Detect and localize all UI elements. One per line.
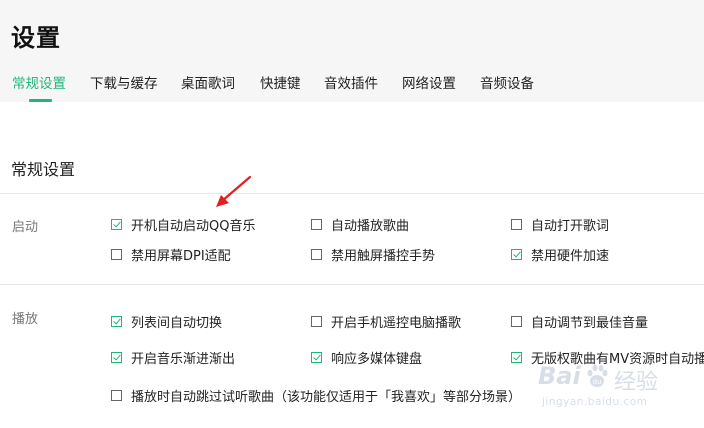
option-disable-dpi-scaling[interactable]: 禁用屏幕DPI适配: [111, 244, 231, 264]
baidu-watermark: Bai du 经验 jingyan.baidu.com: [538, 360, 704, 428]
option-label: 自动调节到最佳音量: [531, 315, 649, 331]
option-phone-remote[interactable]: 开启手机遥控电脑播歌: [311, 311, 461, 331]
paw-icon: du: [587, 364, 608, 387]
tab-desktop-lyrics[interactable]: 桌面歌词: [181, 72, 235, 92]
paw-text: du: [593, 378, 602, 386]
option-label: 自动打开歌词: [531, 218, 610, 234]
option-label: 禁用屏幕DPI适配: [131, 248, 231, 264]
watermark-suffix: 经验: [614, 370, 659, 395]
option-fade-in-out[interactable]: 开启音乐渐进渐出: [111, 347, 235, 367]
group-label-playback: 播放: [12, 312, 39, 327]
option-auto-switch-lists[interactable]: 列表间自动切换: [111, 311, 222, 331]
option-label: 开机自动启动QQ音乐: [131, 218, 256, 234]
option-auto-open-lyrics[interactable]: 自动打开歌词: [511, 214, 609, 234]
watermark-brand: Bai: [538, 362, 581, 390]
tab-general[interactable]: 常规设置: [12, 72, 66, 92]
option-label: 禁用硬件加速: [531, 248, 610, 264]
checkbox-unchecked[interactable]: [111, 389, 122, 401]
tab-sound-plugins[interactable]: 音效插件: [324, 72, 378, 92]
checkbox-unchecked[interactable]: [511, 315, 522, 327]
tab-network[interactable]: 网络设置: [402, 72, 456, 92]
divider: [0, 193, 704, 194]
tab-download-cache[interactable]: 下载与缓存: [90, 72, 158, 92]
option-autoplay-songs[interactable]: 自动播放歌曲: [311, 214, 409, 234]
checkbox-unchecked[interactable]: [311, 315, 322, 327]
option-auto-volume[interactable]: 自动调节到最佳音量: [511, 311, 648, 331]
option-skip-preview-songs[interactable]: 播放时自动跳过试听歌曲（该功能仅适用于「我喜欢」等部分场景）: [111, 385, 521, 405]
option-label: 播放时自动跳过试听歌曲（该功能仅适用于「我喜欢」等部分场景）: [131, 389, 522, 405]
option-label: 列表间自动切换: [131, 315, 223, 331]
option-label: 禁用触屏播控手势: [331, 248, 436, 264]
checkbox-checked[interactable]: [511, 351, 522, 363]
divider: [0, 284, 704, 285]
option-label: 开启手机遥控电脑播歌: [331, 315, 462, 331]
option-autostart-qqmusic[interactable]: 开机自动启动QQ音乐: [111, 214, 255, 234]
active-tab-indicator: [29, 99, 52, 102]
checkbox-unchecked[interactable]: [311, 248, 322, 260]
option-disable-hw-accel[interactable]: 禁用硬件加速: [511, 244, 609, 264]
tab-shortcuts[interactable]: 快捷键: [260, 72, 301, 92]
watermark-url: jingyan.baidu.com: [542, 396, 648, 408]
checkbox-checked[interactable]: [111, 315, 122, 327]
checkbox-checked[interactable]: [511, 248, 522, 260]
checkbox-checked[interactable]: [111, 351, 122, 363]
option-label: 自动播放歌曲: [331, 218, 410, 234]
annotation-arrow-icon: [216, 175, 252, 207]
checkbox-checked[interactable]: [311, 351, 322, 363]
checkbox-checked[interactable]: [111, 218, 122, 230]
tab-audio-device[interactable]: 音频设备: [480, 72, 534, 92]
group-label-startup: 启动: [12, 220, 39, 235]
option-label: 响应多媒体键盘: [331, 351, 423, 367]
page-title: 设置: [11, 24, 61, 52]
option-disable-touch-gestures[interactable]: 禁用触屏播控手势: [311, 244, 435, 264]
checkbox-unchecked[interactable]: [511, 218, 522, 230]
checkbox-unchecked[interactable]: [311, 218, 322, 230]
option-label: 开启音乐渐进渐出: [131, 351, 236, 367]
option-media-keys[interactable]: 响应多媒体键盘: [311, 347, 422, 367]
section-title: 常规设置: [11, 160, 76, 179]
settings-header: 设置 常规设置 下载与缓存 桌面歌词 快捷键 音效插件 网络设置 音频设备: [0, 0, 704, 102]
checkbox-unchecked[interactable]: [111, 248, 122, 260]
